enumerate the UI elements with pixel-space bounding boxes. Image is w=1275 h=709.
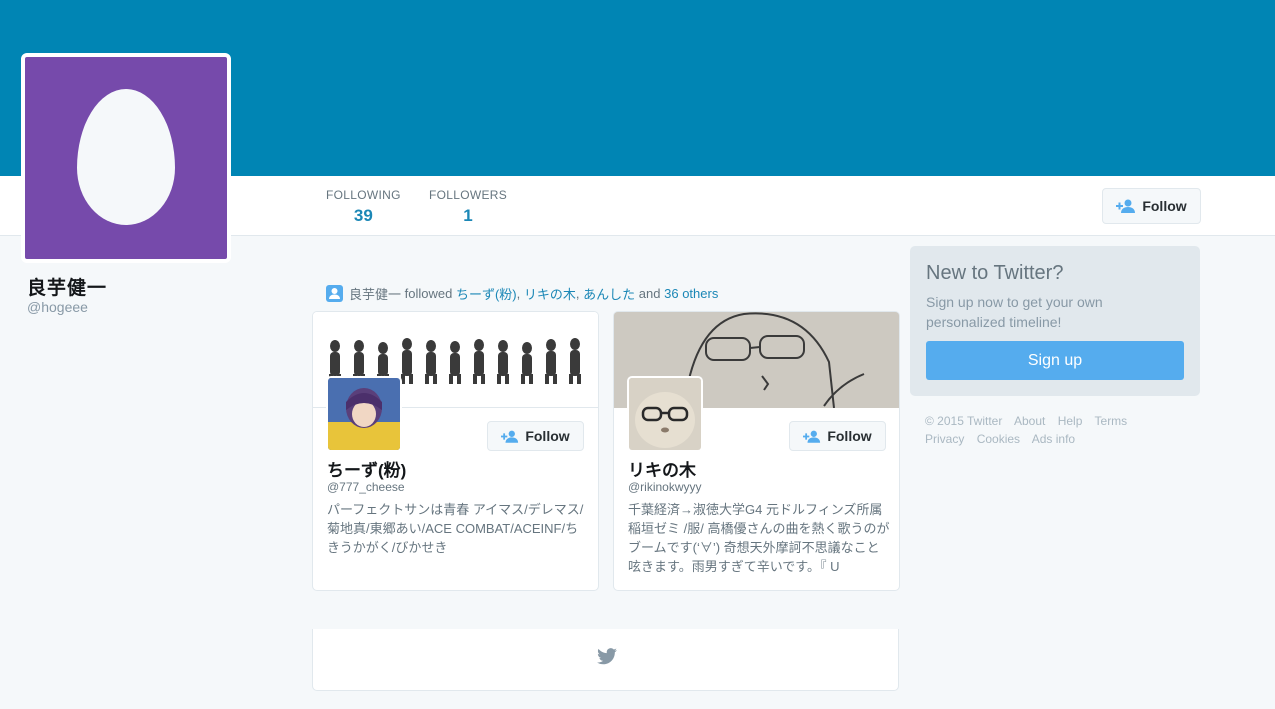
user-card-follow-button[interactable]: Follow <box>487 421 584 451</box>
activity-line: 良芋健一 followed ちーず(粉), リキの木, あんした and 36 … <box>326 284 718 303</box>
activity-actor: 良芋健一 <box>349 287 402 302</box>
footer-link-help[interactable]: Help <box>1058 414 1083 428</box>
user-card-bio: パーフェクトサンは青春 アイマス/デレマス/菊地真/東郷あい/ACE COMBA… <box>327 502 584 555</box>
user-card-2[interactable]: Follow リキの木 @rikinokwyyy 千葉経済→淑徳大学G4 元ドル… <box>613 311 900 591</box>
footer-link-ads-info[interactable]: Ads info <box>1032 432 1075 446</box>
activity-link-user-3[interactable]: あんした <box>583 284 635 303</box>
footer-link-cookies[interactable]: Cookies <box>977 432 1020 446</box>
user-card-follow-label: Follow <box>827 428 872 444</box>
following-stat[interactable]: FOLLOWING 39 <box>326 188 401 226</box>
activity-link-others[interactable]: 36 others <box>664 286 718 301</box>
user-card-handle: @777_cheese <box>327 480 405 494</box>
profile-handle: @hogeee <box>27 299 88 315</box>
add-user-icon <box>1116 199 1136 213</box>
following-label: FOLLOWING <box>326 188 401 202</box>
activity-and: and <box>638 286 661 301</box>
user-card-avatar[interactable] <box>627 376 703 452</box>
profile-name: 良芋健一 <box>27 278 108 299</box>
profile-follow-button[interactable]: Follow <box>1102 188 1201 224</box>
signup-box: New to Twitter? Sign up now to get your … <box>910 246 1200 396</box>
footer: © 2015 Twitter About Help Terms Privacy … <box>925 412 1185 448</box>
user-card-1[interactable]: Follow ちーず(粉) @777_cheese パーフェクトサンは青春 アイ… <box>312 311 599 591</box>
person-icon <box>326 285 343 302</box>
user-card-name[interactable]: リキの木 <box>628 456 696 481</box>
bird-icon <box>597 648 617 665</box>
user-card-follow-label: Follow <box>525 428 570 444</box>
timeline-end-box <box>312 629 899 691</box>
add-user-icon <box>501 430 519 443</box>
egg-avatar-icon <box>77 89 175 225</box>
signup-title: New to Twitter? <box>926 262 1064 284</box>
activity-link-user-1[interactable]: ちーず(粉) <box>456 284 517 303</box>
profile-follow-label: Follow <box>1142 198 1187 214</box>
user-card-bio: 千葉経済→淑徳大学G4 元ドルフィンズ所属 稲垣ゼミ /服/ 高橋優さんの曲を熱… <box>628 502 890 574</box>
footer-link-about[interactable]: About <box>1014 414 1045 428</box>
profile-avatar[interactable] <box>21 53 231 263</box>
activity-verb: followed <box>404 286 453 301</box>
add-user-icon <box>803 430 821 443</box>
footer-link-privacy[interactable]: Privacy <box>925 432 964 446</box>
user-card-follow-button[interactable]: Follow <box>789 421 886 451</box>
footer-copyright: © 2015 Twitter <box>925 414 1003 428</box>
following-count: 39 <box>353 206 373 225</box>
activity-link-user-2[interactable]: リキの木 <box>524 284 576 303</box>
followers-label: FOLLOWERS <box>429 188 508 202</box>
user-card-avatar[interactable] <box>326 376 402 452</box>
followers-count: 1 <box>463 206 473 225</box>
footer-link-terms[interactable]: Terms <box>1095 414 1128 428</box>
signup-button[interactable]: Sign up <box>926 341 1184 380</box>
user-card-name[interactable]: ちーず(粉) <box>327 456 406 481</box>
user-card-handle: @rikinokwyyy <box>628 480 702 494</box>
followers-stat[interactable]: FOLLOWERS 1 <box>429 188 507 226</box>
signup-text: Sign up now to get your own personalized… <box>926 294 1103 330</box>
